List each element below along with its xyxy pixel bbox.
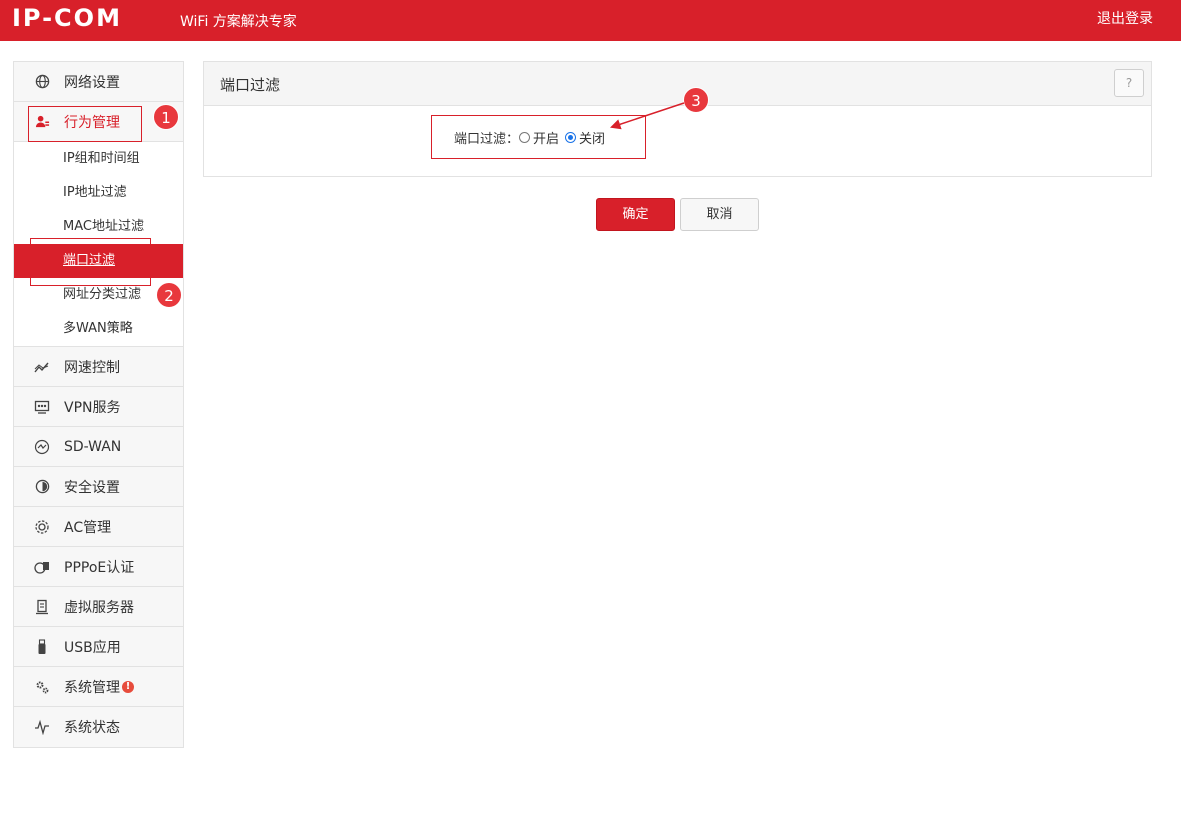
panel-header: 端口过滤 ?	[204, 62, 1151, 106]
sidebar-item-label: 虚拟服务器	[64, 599, 134, 616]
port-filter-panel: 端口过滤 ? 端口过滤： 开启 关闭	[203, 61, 1152, 177]
brand-tagline: WiFi 方案解决专家	[180, 14, 297, 30]
sidebar-item-label: USB应用	[64, 639, 121, 656]
pppoe-icon	[34, 559, 50, 575]
sidebar-item-network-settings[interactable]: 网络设置	[14, 62, 183, 102]
sidebar-item-label: 系统管理	[64, 679, 120, 696]
sidebar-item-vpn[interactable]: VPN服务	[14, 387, 183, 427]
sidebar-item-ac-management[interactable]: AC管理	[14, 507, 183, 547]
sidebar-item-virtual-server[interactable]: 虚拟服务器	[14, 587, 183, 627]
sidebar-item-sd-wan[interactable]: SD-WAN	[14, 427, 183, 467]
sidebar-item-label: SD-WAN	[64, 438, 122, 455]
sidebar-item-usb[interactable]: USB应用	[14, 627, 183, 667]
annotation-badge-1: 1	[153, 104, 179, 130]
system-gears-icon	[34, 679, 50, 695]
logout-link[interactable]: 退出登录	[1097, 8, 1153, 28]
sidebar-item-label: 网络设置	[64, 74, 120, 91]
sidebar-item-label: VPN服务	[64, 399, 121, 416]
sidebar-item-label: AC管理	[64, 519, 112, 536]
cancel-button[interactable]: 取消	[680, 198, 759, 231]
brand-logo: IP-COM	[12, 4, 122, 32]
submenu-ip-time-group[interactable]: IP组和时间组	[14, 142, 183, 176]
speed-chart-icon	[34, 359, 50, 375]
annotation-box-1	[28, 106, 142, 142]
globe-icon	[34, 74, 50, 90]
sidebar-item-system-status[interactable]: 系统状态	[14, 707, 183, 747]
server-icon	[34, 599, 50, 615]
sidebar: 网络设置 行为管理 IP组和时间组 IP地址过滤 MAC地址过滤 端口过滤 网址…	[13, 61, 184, 748]
sdwan-icon	[34, 439, 50, 455]
annotation-badge-3: 3	[683, 87, 709, 113]
top-bar: IP-COM WiFi 方案解决专家 退出登录	[0, 0, 1181, 41]
submenu-multi-wan-policy[interactable]: 多WAN策略	[14, 312, 183, 346]
submenu-ip-filter[interactable]: IP地址过滤	[14, 176, 183, 210]
sidebar-item-system-management[interactable]: 系统管理 !	[14, 667, 183, 707]
ac-gear-icon	[34, 519, 50, 535]
sidebar-item-label: 网速控制	[64, 359, 120, 376]
sidebar-item-label: 安全设置	[64, 479, 120, 496]
annotation-box-2	[30, 238, 151, 286]
sidebar-item-security[interactable]: 安全设置	[14, 467, 183, 507]
vpn-icon	[34, 399, 50, 415]
page-title: 端口过滤	[220, 76, 281, 94]
sidebar-item-pppoe[interactable]: PPPoE认证	[14, 547, 183, 587]
sidebar-item-label: PPPoE认证	[64, 559, 135, 576]
annotation-badge-2: 2	[156, 282, 182, 308]
confirm-button[interactable]: 确定	[596, 198, 675, 231]
usb-icon	[34, 638, 50, 655]
warning-badge: !	[122, 680, 134, 693]
sidebar-item-speed-control[interactable]: 网速控制	[14, 347, 183, 387]
help-button[interactable]: ?	[1114, 69, 1144, 97]
shield-icon	[34, 479, 50, 495]
sidebar-item-label: 系统状态	[64, 720, 120, 736]
annotation-box-3	[431, 115, 646, 159]
pulse-icon	[34, 719, 50, 735]
